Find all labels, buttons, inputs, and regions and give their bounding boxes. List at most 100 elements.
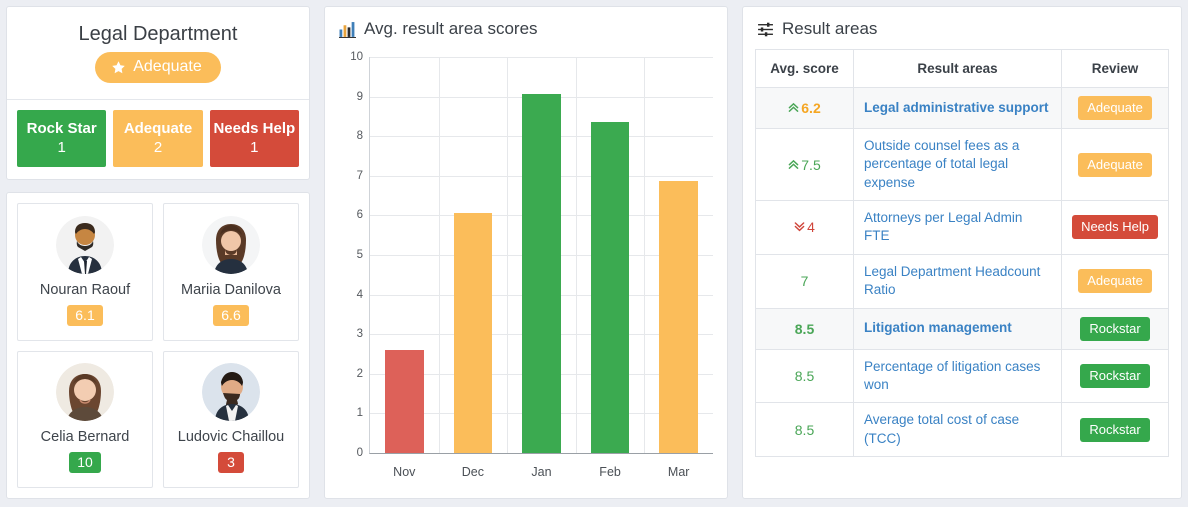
table-body: 6.2 Legal administrative support Adequate 7… — [755, 87, 1169, 457]
result-areas-title: Result areas — [782, 19, 878, 38]
summary-label: Adequate — [123, 120, 193, 137]
y-axis-tick: 7 — [356, 169, 363, 182]
chart-panel: Avg. result area scores 10 9 8 7 6 5 4 3… — [324, 6, 728, 499]
avg-score-value: 7.5 — [801, 156, 821, 173]
cell-review: Rockstar — [1061, 402, 1169, 457]
overall-rating-wrap: Adequate — [7, 52, 309, 100]
y-axis-tick: 10 — [350, 51, 363, 63]
avg-score-value: 6.2 — [801, 100, 821, 116]
cell-avg-score: 8.5 — [755, 348, 854, 404]
sliders-icon — [757, 21, 774, 38]
y-axis-tick: 1 — [356, 407, 363, 420]
person-card[interactable]: Nouran Raouf 6.1 — [17, 203, 153, 341]
cell-result-area-name[interactable]: Litigation management — [852, 307, 1063, 350]
chart-bar-slot: Feb — [576, 57, 645, 479]
chart-bar[interactable] — [522, 93, 561, 453]
avatar — [56, 216, 114, 275]
avg-score-value: 8.5 — [794, 421, 815, 438]
status-badge[interactable]: Adequate — [1078, 152, 1152, 177]
status-badge[interactable]: Rockstar — [1080, 417, 1150, 442]
chevron-double-up-icon — [788, 159, 799, 173]
bar-chart-icon — [339, 21, 356, 38]
summary-box-adequate[interactable]: Adequate 2 — [113, 110, 203, 168]
avg-score-value: 7 — [800, 273, 809, 290]
summary-count: 1 — [250, 139, 259, 157]
cell-review: Adequate — [1061, 87, 1169, 129]
person-score-badge: 3 — [218, 452, 244, 474]
status-badge[interactable]: Adequate — [1078, 96, 1152, 120]
person-score-badge: 6.6 — [213, 305, 249, 327]
cell-result-area-name[interactable]: Legal administrative support — [852, 87, 1063, 129]
status-badge[interactable]: Needs Help — [1072, 215, 1158, 240]
y-axis-tick: 9 — [356, 90, 363, 103]
department-summary-panel: Legal Department Adequate Rock Star 1 Ad… — [6, 6, 310, 181]
column-header-result-areas[interactable]: Result areas — [852, 49, 1063, 88]
table-row[interactable]: 6.2 Legal administrative support Adequate — [755, 87, 1169, 129]
person-name: Mariia Danilova — [181, 282, 281, 299]
summary-count: 1 — [57, 139, 66, 157]
x-axis-tick: Feb — [599, 465, 621, 479]
avg-score-value: 4 — [807, 219, 815, 236]
cell-review: Adequate — [1061, 253, 1169, 309]
table-row[interactable]: 8.5 Average total cost of case (TCC) Rocks… — [755, 402, 1169, 457]
avatar — [202, 216, 260, 275]
cell-result-area-name[interactable]: Legal Department Headcount Ratio — [852, 253, 1063, 309]
page-title: Legal Department — [78, 23, 238, 45]
chevron-double-up-icon — [788, 102, 799, 116]
summary-box-rockstar[interactable]: Rock Star 1 — [17, 110, 107, 168]
chart-bar-slot: Dec — [439, 57, 508, 479]
status-badge[interactable]: Rockstar — [1080, 363, 1150, 388]
person-name: Nouran Raouf — [39, 282, 131, 299]
person-card[interactable]: Mariia Danilova 6.6 — [163, 203, 299, 341]
chart-title: Avg. result area scores — [364, 19, 538, 38]
chart-bar[interactable] — [453, 213, 493, 453]
summary-label: Needs Help — [213, 120, 296, 137]
rating-summary-row: Rock Star 1 Adequate 2 Needs Help 1 — [7, 100, 309, 179]
x-axis-tick: Nov — [393, 465, 416, 479]
person-score-badge: 10 — [69, 452, 101, 474]
y-axis-tick: 3 — [356, 328, 363, 341]
chart-bar-slot: Nov — [370, 57, 439, 479]
dashboard-page: Legal Department Adequate Rock Star 1 Ad… — [0, 0, 1188, 507]
cell-avg-score: 6.2 — [755, 87, 854, 129]
overall-rating-badge[interactable]: Adequate — [95, 52, 221, 83]
table-row[interactable]: 7 Legal Department Headcount Ratio Adequat… — [755, 253, 1169, 309]
person-card[interactable]: Celia Bernard 10 — [17, 350, 153, 488]
chart-bar[interactable] — [385, 350, 424, 453]
y-axis-tick: 4 — [356, 288, 363, 301]
y-axis-tick: 0 — [356, 447, 363, 459]
cell-review: Rockstar — [1061, 307, 1169, 350]
avg-score-value: 8.5 — [794, 320, 815, 337]
table-row[interactable]: 4 Attorneys per Legal Admin FTE Needs Help — [755, 200, 1169, 255]
table-row[interactable]: 8.5 Percentage of litigation cases won Roc… — [755, 348, 1169, 404]
y-axis-tick: 6 — [356, 209, 363, 222]
y-axis-tick: 8 — [356, 130, 363, 143]
chart-bar[interactable] — [590, 122, 630, 453]
person-card[interactable]: Ludovic Chaillou 3 — [163, 350, 299, 488]
chart-panel-header: Avg. result area scores — [325, 7, 727, 47]
person-score-badge: 6.1 — [67, 305, 103, 327]
table-row[interactable]: 7.5 Outside counsel fees as a percentage … — [755, 127, 1169, 202]
column-header-avg-score[interactable]: Avg. score — [755, 49, 854, 88]
status-badge[interactable]: Rockstar — [1080, 316, 1150, 341]
column-header-review[interactable]: Review — [1061, 49, 1169, 88]
cell-result-area-name[interactable]: Attorneys per Legal Admin FTE — [852, 200, 1063, 255]
cell-result-area-name[interactable]: Outside counsel fees as a percentage of … — [852, 127, 1063, 202]
chart-bar[interactable] — [659, 180, 698, 453]
x-axis-tick: Dec — [461, 465, 485, 479]
department-column: Legal Department Adequate Rock Star 1 Ad… — [6, 6, 310, 499]
cell-review: Adequate — [1061, 127, 1169, 202]
cell-result-area-name[interactable]: Average total cost of case (TCC) — [852, 402, 1063, 457]
overall-rating-label: Adequate — [133, 58, 202, 75]
avatar — [202, 363, 260, 422]
cell-result-area-name[interactable]: Percentage of litigation cases won — [852, 348, 1063, 404]
summary-box-needs-help[interactable]: Needs Help 1 — [209, 110, 299, 168]
table-row[interactable]: 8.5 Litigation management Rockstar — [755, 307, 1169, 350]
avg-score-value: 8.5 — [794, 367, 815, 384]
chart-plot-area: 10 9 8 7 6 5 4 3 2 1 0 Nov Dec Jan Feb M… — [350, 51, 713, 479]
cell-avg-score: 7 — [755, 253, 854, 309]
people-grid: Nouran Raouf 6.1 Mariia Danilova 6.6 Cel… — [17, 203, 299, 488]
status-badge[interactable]: Adequate — [1078, 269, 1152, 294]
summary-count: 2 — [153, 139, 163, 157]
person-name: Celia Bernard — [40, 429, 130, 446]
